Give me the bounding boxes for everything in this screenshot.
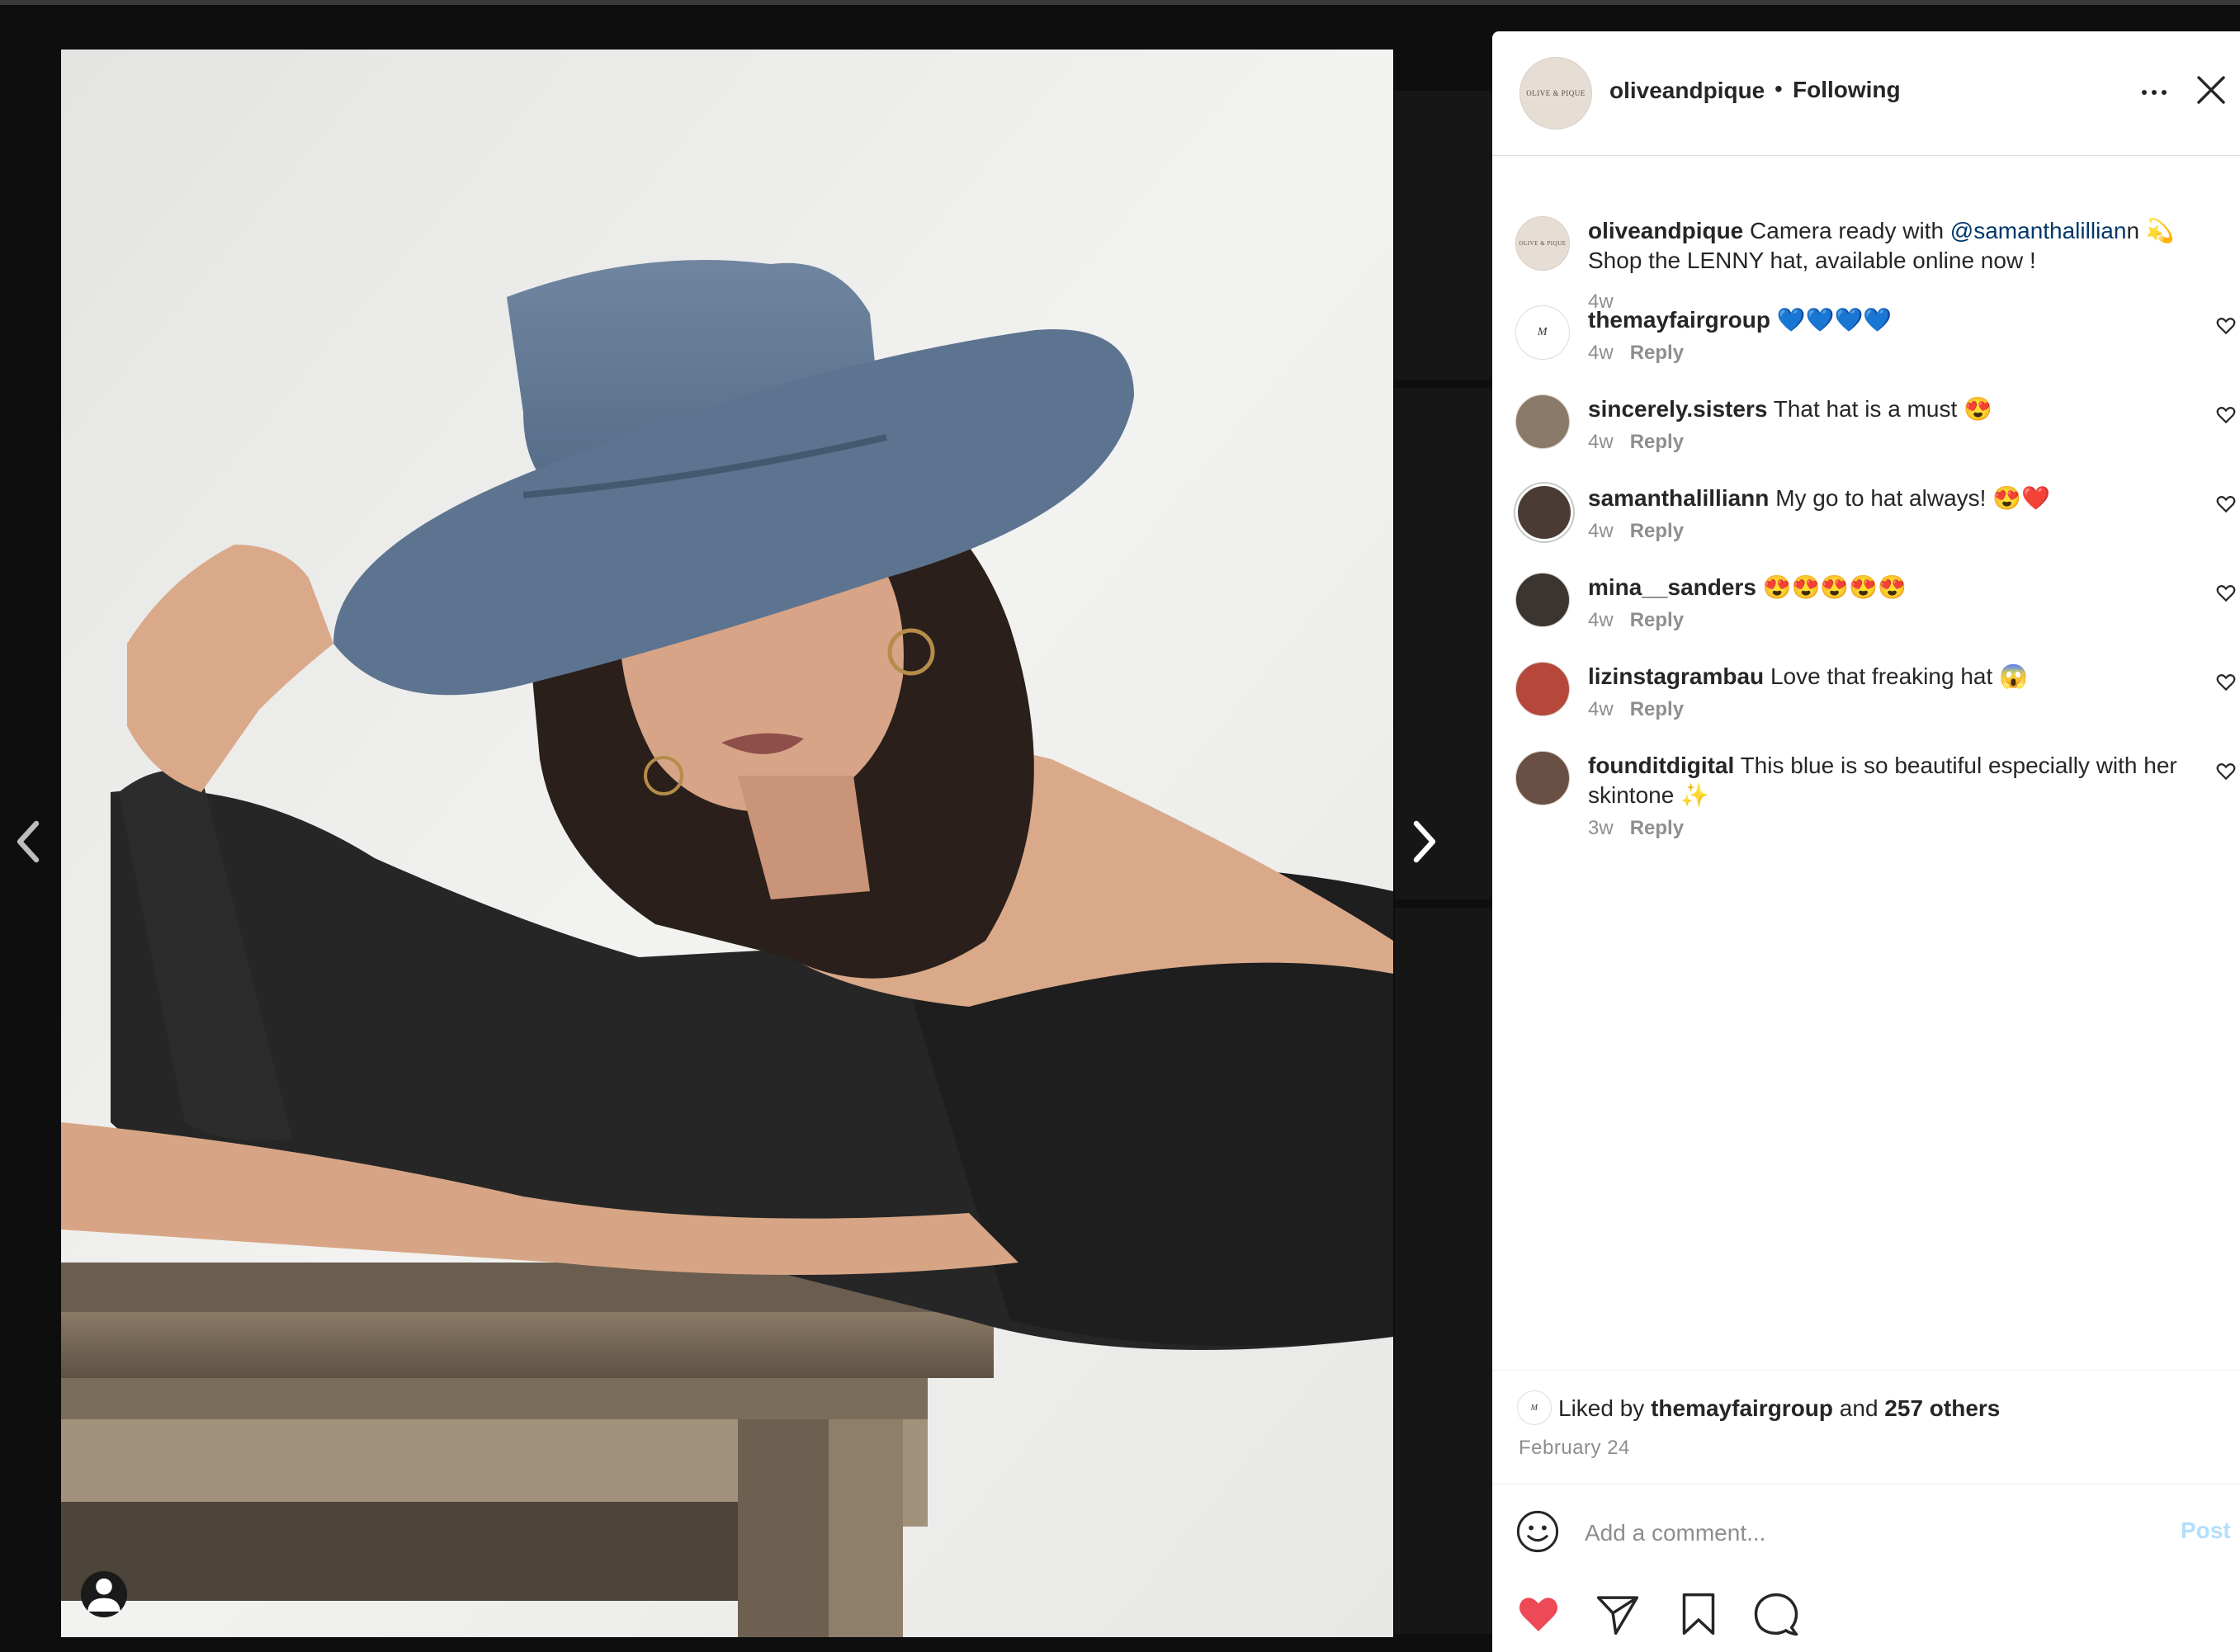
reply-button[interactable]: Reply (1630, 609, 1684, 631)
emoji-icon[interactable] (1515, 1509, 1560, 1554)
likes-user[interactable]: themayfairgroup (1651, 1395, 1833, 1421)
avatar-logo-text: OLIVE & PIQUE (1519, 240, 1567, 247)
avatar-logo-text: OLIVE & PIQUE (1526, 89, 1585, 97)
comment-text: Love that freaking hat 😱 (1770, 663, 2028, 689)
comment-username[interactable]: themayfairgroup (1588, 307, 1770, 333)
avatar[interactable]: OLIVE & PIQUE (1515, 216, 1570, 271)
post-date: February 24 (1519, 1437, 1630, 1459)
comment-text: 😍😍😍😍😍 (1762, 574, 1907, 600)
avatar[interactable] (1515, 751, 1570, 805)
comment-time[interactable]: 3w (1588, 817, 1614, 839)
comment-username[interactable]: sincerely.sisters (1588, 396, 1767, 422)
caption-body-end: n 💫 (2126, 218, 2175, 243)
chevron-right-icon[interactable] (1400, 817, 1449, 866)
comment-text: My go to hat always! 😍❤️ (1775, 485, 2050, 511)
likes-others[interactable]: 257 others (1884, 1395, 2000, 1421)
heart-icon[interactable] (2215, 404, 2237, 426)
comment-time[interactable]: 4w (1588, 431, 1614, 453)
comment-time[interactable]: 4w (1588, 520, 1614, 542)
more-icon[interactable] (2139, 81, 2169, 97)
heart-icon[interactable] (2215, 493, 2237, 515)
post-username[interactable]: oliveandpique (1609, 78, 1765, 104)
likes-count[interactable]: Liked by themayfairgroup and 257 others (1558, 1395, 2000, 1422)
heart-icon[interactable] (2215, 315, 2237, 337)
heart-icon[interactable] (2215, 583, 2237, 604)
user-tag-icon[interactable] (81, 1571, 127, 1617)
share-icon[interactable] (1595, 1591, 1641, 1637)
comment-username[interactable]: founditdigital (1588, 753, 1734, 778)
chevron-left-icon[interactable] (3, 817, 53, 866)
background-page-block (1395, 908, 1492, 1634)
separator-dot: • (1775, 76, 1783, 101)
following-button[interactable]: Following (1793, 77, 1901, 103)
comment-text: 💙💙💙💙 (1776, 307, 1893, 333)
caption-username[interactable]: oliveandpique (1588, 218, 1743, 243)
comment-time[interactable]: 4w (1588, 698, 1614, 720)
comment-username[interactable]: mina__sanders (1588, 574, 1756, 600)
browser-top-edge (0, 0, 2240, 5)
heart-icon[interactable] (2215, 761, 2237, 782)
avatar[interactable] (1515, 573, 1570, 627)
post-side-panel: OLIVE & PIQUE oliveandpique • Following … (1492, 31, 2240, 1652)
avatar[interactable] (1515, 484, 1573, 541)
post-button[interactable]: Post (2181, 1517, 2231, 1544)
comment-form: Post (1492, 1484, 2240, 1584)
caption-mention[interactable]: @samanthalillian (1950, 218, 2127, 243)
action-bar (1492, 1583, 2240, 1652)
avatar[interactable]: M (1517, 1390, 1552, 1425)
comment-username[interactable]: samanthalilliann (1588, 485, 1769, 511)
reply-button[interactable]: Reply (1630, 817, 1684, 839)
reply-button[interactable]: Reply (1630, 698, 1684, 720)
avatar[interactable] (1515, 662, 1570, 716)
post-header: OLIVE & PIQUE oliveandpique • Following (1492, 31, 2240, 156)
background-page-block (1395, 91, 1492, 380)
comment-time[interactable]: 4w (1588, 342, 1614, 364)
reply-button[interactable]: Reply (1630, 342, 1684, 364)
likes-prefix: Liked by (1558, 1395, 1652, 1421)
comment-text: That hat is a must 😍 (1773, 396, 1992, 422)
heart-icon[interactable] (2215, 672, 2237, 693)
comment-time[interactable]: 4w (1588, 609, 1614, 631)
close-icon[interactable] (2194, 73, 2228, 107)
reply-button[interactable]: Reply (1630, 520, 1684, 542)
avatar[interactable]: OLIVE & PIQUE (1519, 57, 1592, 130)
comment-username[interactable]: lizinstagrambau (1588, 663, 1764, 689)
caption-body: Camera ready with (1750, 218, 1950, 243)
likes-middle: and (1833, 1395, 1885, 1421)
avatar[interactable]: M (1515, 305, 1570, 360)
post-photo[interactable] (61, 50, 1393, 1637)
caption-text: oliveandpique Camera ready with @samanth… (1588, 216, 2199, 276)
heart-icon[interactable] (1515, 1591, 1562, 1637)
comment-input[interactable] (1583, 1517, 2131, 1549)
comments-list[interactable]: OLIVE & PIQUE oliveandpique Camera ready… (1492, 155, 2240, 1401)
comment-icon[interactable] (1753, 1591, 1799, 1637)
likes-section: M Liked by themayfairgroup and 257 other… (1492, 1370, 2240, 1484)
caption-line2: Shop the LENNY hat, available online now… (1588, 248, 2036, 273)
bookmark-icon[interactable] (1675, 1591, 1722, 1637)
avatar[interactable] (1515, 394, 1570, 449)
reply-button[interactable]: Reply (1630, 431, 1684, 453)
post-image (61, 50, 1393, 1637)
